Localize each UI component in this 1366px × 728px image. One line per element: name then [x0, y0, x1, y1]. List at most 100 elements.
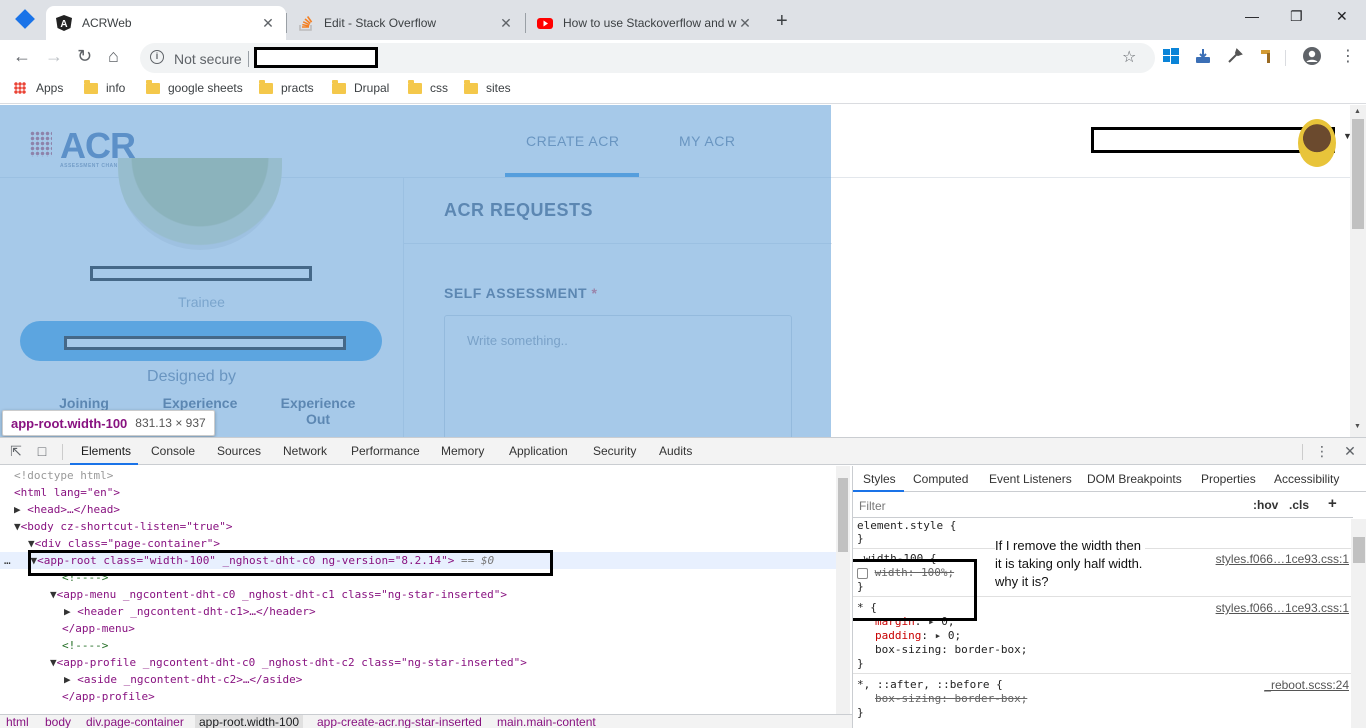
breadcrumb-app-create-acr[interactable]: app-create-acr.ng-star-inserted	[317, 715, 482, 728]
dom-node[interactable]: ▼<div class="page-container">	[0, 535, 836, 552]
minimize-button[interactable]: —	[1245, 8, 1259, 24]
devtools-tab-network[interactable]: Network	[283, 444, 327, 458]
styles-filter-input[interactable]	[859, 497, 1159, 514]
forward-arrow-icon[interactable]: →	[45, 46, 63, 67]
styles-scrollbar[interactable]	[1351, 519, 1366, 728]
home-icon[interactable]: ⌂	[108, 46, 119, 67]
css-declaration[interactable]: box-sizing: border-box;	[875, 692, 1027, 706]
dom-node[interactable]: ▼<app-profile _ngcontent-dht-c0 _nghost-…	[0, 654, 836, 671]
css-declaration[interactable]: padding: ▸ 0;	[875, 629, 961, 643]
chrome-menu-icon[interactable]: ⋮	[1340, 46, 1356, 66]
devtools-tab-memory[interactable]: Memory	[441, 444, 484, 458]
devtools-tab-sources[interactable]: Sources	[217, 444, 261, 458]
new-tab-button[interactable]: +	[776, 10, 788, 33]
rule-selector[interactable]: element.style {	[857, 519, 956, 533]
devtools-close-icon[interactable]: ✕	[1342, 443, 1358, 459]
dom-node[interactable]: <!---->	[0, 637, 836, 654]
page-scrollbar[interactable]: ▲ ▼	[1350, 105, 1366, 437]
address-bar[interactable]: i Not secure ☆	[140, 43, 1155, 73]
scroll-up-icon[interactable]: ▲	[1354, 108, 1361, 115]
new-rule-button[interactable]: +	[1328, 495, 1337, 512]
tab-stack-overflow[interactable]: Edit - Stack Overflow ✕	[288, 6, 524, 40]
profile-avatar-icon[interactable]	[1303, 47, 1321, 65]
bookmark-star-icon[interactable]: ☆	[1122, 47, 1136, 67]
eyedropper-extension-icon[interactable]	[1227, 48, 1243, 64]
inspect-element-icon[interactable]: ⇱	[8, 443, 24, 459]
devtools-tab-audits[interactable]: Audits	[659, 444, 692, 458]
bookmark-info[interactable]: info	[84, 79, 125, 95]
dom-node[interactable]: <html lang="en">	[0, 484, 836, 501]
tab-close-icon[interactable]: ✕	[260, 15, 276, 32]
reload-icon[interactable]: ↻	[77, 46, 92, 67]
info-icon[interactable]: i	[150, 50, 164, 64]
rule-source-link[interactable]: _reboot.scss:24	[1264, 678, 1349, 692]
back-arrow-icon[interactable]: ←	[13, 46, 31, 67]
breadcrumb-app-root[interactable]: app-root.width-100	[195, 715, 304, 728]
dom-node[interactable]: </app-menu>	[0, 620, 836, 637]
bookmark-css[interactable]: css	[408, 79, 448, 95]
devtools-tab-application[interactable]: Application	[509, 444, 568, 458]
scrollbar-thumb[interactable]	[1352, 119, 1364, 229]
security-status-label[interactable]: Not secure	[174, 51, 242, 67]
dom-node-selected[interactable]: … ▼<app-root class="width-100" _nghost-d…	[0, 552, 836, 569]
windows-extension-icon[interactable]	[1163, 48, 1179, 64]
styles-tab-dom-breakpoints[interactable]: DOM Breakpoints	[1087, 472, 1182, 486]
css-declaration[interactable]: width: 100%;	[857, 566, 954, 580]
maximize-button[interactable]: ❐	[1290, 8, 1303, 25]
bookmark-sites[interactable]: sites	[464, 79, 511, 95]
nav-create-acr[interactable]: CREATE ACR	[526, 133, 619, 149]
dom-node[interactable]: <!doctype html>	[0, 467, 836, 484]
scrollbar-thumb[interactable]	[1353, 537, 1365, 563]
breadcrumb-body[interactable]: body	[45, 715, 71, 728]
rule-selector[interactable]: .width-100 {	[857, 552, 936, 566]
breadcrumb-page-container[interactable]: div.page-container	[86, 715, 184, 728]
dom-node[interactable]: ▶ <aside _ngcontent-dht-c2>…</aside>	[0, 671, 836, 688]
bookmark-drupal[interactable]: Drupal	[332, 79, 389, 95]
styles-tab-accessibility[interactable]: Accessibility	[1274, 472, 1339, 486]
hammer-extension-icon[interactable]	[1259, 48, 1275, 64]
class-toggle[interactable]: .cls	[1289, 498, 1309, 512]
self-assessment-textarea[interactable]: Write something..	[444, 315, 792, 437]
dom-node[interactable]: ▶ <head>…</head>	[0, 501, 836, 518]
dom-node[interactable]: ▼<body cz-shortcut-listen="true">	[0, 518, 836, 535]
user-avatar[interactable]	[1298, 119, 1336, 167]
rule-selector[interactable]: *, ::after, ::before {	[857, 678, 1003, 692]
bookmark-apps[interactable]: Apps	[14, 81, 63, 95]
devtools-tab-security[interactable]: Security	[593, 444, 636, 458]
styles-tab-properties[interactable]: Properties	[1201, 472, 1256, 486]
breadcrumb-html[interactable]: html	[6, 715, 29, 728]
tab-close-icon[interactable]: ✕	[498, 15, 514, 32]
elements-scrollbar[interactable]	[836, 466, 850, 714]
scroll-down-icon[interactable]: ▼	[1354, 423, 1361, 430]
dom-node[interactable]: ▼<app-menu _ngcontent-dht-c0 _nghost-dht…	[0, 586, 836, 603]
bookmark-google-sheets[interactable]: google sheets	[146, 79, 243, 95]
rule-selector[interactable]: * {	[857, 601, 877, 615]
bookmark-practs[interactable]: practs	[259, 79, 314, 95]
styles-tab-computed[interactable]: Computed	[913, 472, 968, 486]
styles-tab-event-listeners[interactable]: Event Listeners	[989, 472, 1072, 486]
chrome-menu-diamond-icon[interactable]	[15, 9, 35, 29]
scrollbar-thumb[interactable]	[838, 478, 848, 552]
tab-close-icon[interactable]: ✕	[737, 15, 753, 32]
hover-state-toggle[interactable]: :hov	[1253, 498, 1278, 512]
devtools-menu-icon[interactable]: ⋮	[1314, 443, 1330, 459]
nav-my-acr[interactable]: MY ACR	[679, 133, 735, 149]
tab-acrweb[interactable]: A ACRWeb ✕	[46, 6, 286, 40]
close-window-button[interactable]: ✕	[1336, 8, 1348, 25]
styles-tab-styles[interactable]: Styles	[863, 472, 896, 486]
dom-node[interactable]: ▶ <header _ngcontent-dht-c1>…</header>	[0, 603, 836, 620]
declaration-checkbox[interactable]	[857, 567, 868, 579]
device-toolbar-icon[interactable]: □	[34, 443, 50, 459]
tab-youtube[interactable]: How to use Stackoverflow and w ✕	[527, 6, 763, 40]
breadcrumb-main-content[interactable]: main.main-content	[497, 715, 596, 728]
devtools-tab-performance[interactable]: Performance	[351, 444, 420, 458]
dom-node[interactable]: </app-profile>	[0, 688, 836, 705]
devtools-tab-elements[interactable]: Elements	[81, 444, 131, 458]
rule-source-link[interactable]: styles.f066…1ce93.css:1	[1216, 601, 1349, 615]
download-extension-icon[interactable]	[1195, 48, 1211, 64]
devtools-tab-console[interactable]: Console	[151, 444, 195, 458]
css-declaration[interactable]: margin: ▸ 0;	[875, 615, 955, 629]
css-declaration[interactable]: box-sizing: border-box;	[875, 643, 1027, 657]
rule-source-link[interactable]: styles.f066…1ce93.css:1	[1216, 552, 1349, 566]
dom-node[interactable]: <!---->	[0, 569, 836, 586]
